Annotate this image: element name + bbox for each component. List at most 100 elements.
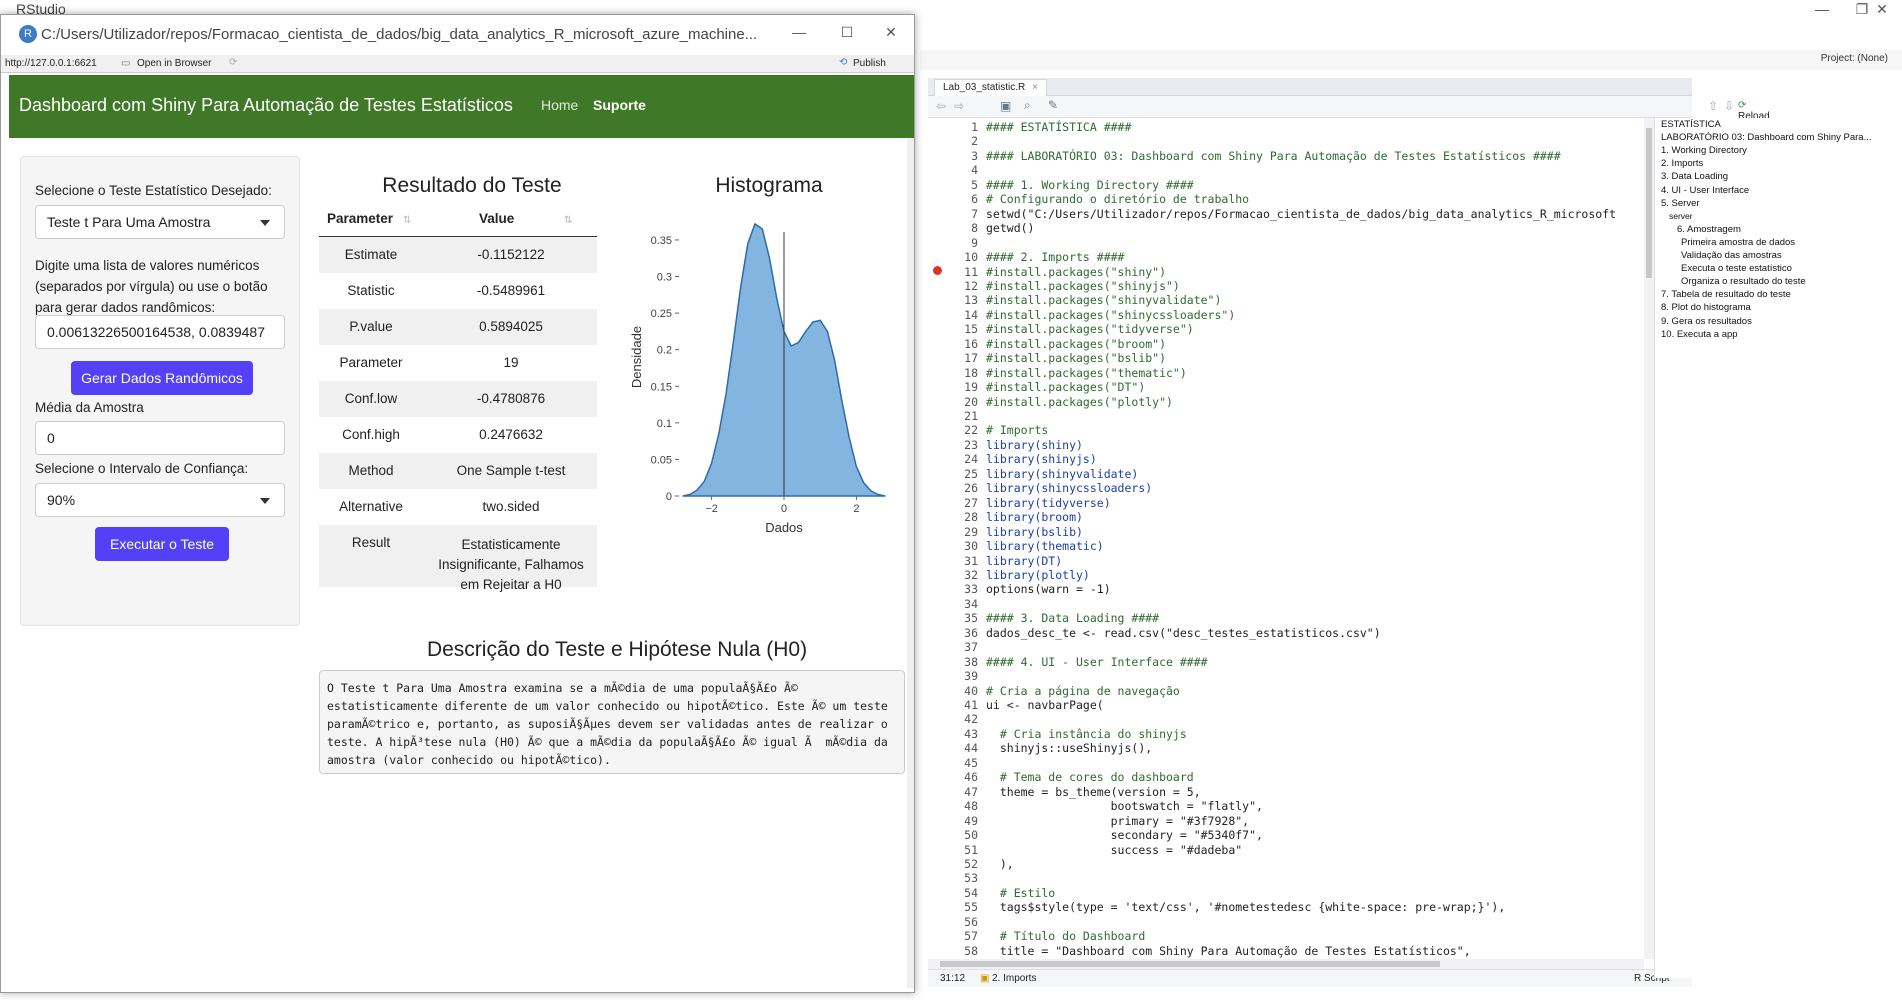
- minimize-icon[interactable]: —: [779, 23, 819, 45]
- outline-item[interactable]: Primeira amostra de dados: [1681, 237, 1795, 248]
- code-line[interactable]: options(warn = -1): [986, 582, 1111, 596]
- wand-icon[interactable]: ✎: [1048, 98, 1058, 112]
- minimize-icon[interactable]: —: [1802, 0, 1842, 22]
- code-line[interactable]: #### 1. Working Directory ####: [986, 178, 1194, 192]
- code-line[interactable]: library(shinyjs): [986, 452, 1097, 466]
- code-line[interactable]: shinyjs::useShinyjs(),: [986, 741, 1152, 755]
- outline-item[interactable]: ESTATÍSTICA: [1661, 119, 1721, 130]
- nav-support[interactable]: Suporte: [593, 97, 646, 113]
- app-url[interactable]: http://127.0.0.1:6621: [5, 58, 97, 69]
- code-line[interactable]: #install.packages("shinycssloaders"): [986, 308, 1235, 322]
- random-data-button[interactable]: Gerar Dados Randômicos: [71, 361, 253, 395]
- code-line[interactable]: #install.packages("broom"): [986, 337, 1166, 351]
- outline-item[interactable]: 5. Server: [1661, 198, 1700, 209]
- code-line[interactable]: #install.packages("DT"): [986, 380, 1145, 394]
- open-in-browser-button[interactable]: Open in Browser: [137, 58, 211, 69]
- code-line[interactable]: #### 3. Data Loading ####: [986, 611, 1159, 625]
- editor-vscroll-thumb[interactable]: [1646, 128, 1652, 278]
- code-line[interactable]: title = "Dashboard com Shiny Para Automa…: [986, 944, 1471, 958]
- run-test-button[interactable]: Executar o Teste: [95, 527, 229, 561]
- code-line[interactable]: #install.packages("shiny"): [986, 265, 1166, 279]
- code-line[interactable]: success = "#dadeba": [986, 843, 1243, 857]
- test-select[interactable]: Teste t Para Uma Amostra: [35, 205, 285, 239]
- code-line[interactable]: # Cria a página de navegação: [986, 684, 1180, 698]
- table-row[interactable]: Alternative two.sided: [319, 489, 597, 525]
- code-line[interactable]: library(shinycssloaders): [986, 481, 1152, 495]
- code-line[interactable]: setwd("C:/Users/Utilizador/repos/Formaca…: [986, 207, 1616, 221]
- outline-item[interactable]: server: [1669, 211, 1693, 221]
- code-line[interactable]: theme = bs_theme(version = 5,: [986, 785, 1201, 799]
- code-line[interactable]: #install.packages("tidyverse"): [986, 322, 1194, 336]
- close-tab-icon[interactable]: ×: [1032, 82, 1038, 93]
- search-icon[interactable]: ⌕: [1024, 98, 1031, 113]
- outline-item[interactable]: Executa o teste estatístico: [1681, 263, 1792, 274]
- code-line[interactable]: library(tidyverse): [986, 496, 1111, 510]
- up-icon[interactable]: ⇧: [1708, 99, 1718, 113]
- code-line[interactable]: ),: [986, 857, 1014, 871]
- table-row[interactable]: Conf.high 0.2476632: [319, 417, 597, 453]
- editor-tab-file[interactable]: Lab_03_statistic.R ×: [934, 79, 1047, 96]
- code-line[interactable]: ui <- navbarPage(: [986, 698, 1104, 712]
- code-line[interactable]: getwd(): [986, 221, 1034, 235]
- close-icon[interactable]: ✕: [1862, 0, 1902, 22]
- outline-item[interactable]: 1. Working Directory: [1661, 145, 1747, 156]
- forward-icon[interactable]: ⇨: [954, 99, 964, 113]
- table-row[interactable]: Method One Sample t-test: [319, 453, 597, 489]
- code-line[interactable]: #### LABORATÓRIO 03: Dashboard com Shiny…: [986, 149, 1561, 163]
- publish-button[interactable]: Publish: [853, 58, 886, 69]
- code-line[interactable]: #install.packages("plotly"): [986, 395, 1173, 409]
- outline-item[interactable]: 9. Gera os resultados: [1661, 316, 1752, 327]
- code-line[interactable]: #install.packages("shinyvalidate"): [986, 293, 1221, 307]
- code-line[interactable]: library(shiny): [986, 438, 1083, 452]
- code-line[interactable]: primary = "#3f7928",: [986, 814, 1250, 828]
- section-menu[interactable]: 2. Imports: [992, 973, 1036, 984]
- values-input[interactable]: 0.00613226500164538, 0.0839487: [35, 315, 285, 349]
- code-line[interactable]: #### 4. UI - User Interface ####: [986, 655, 1208, 669]
- table-row[interactable]: Result Estatisticamente Insignificante, F…: [319, 525, 597, 592]
- code-line[interactable]: #### 2. Imports ####: [986, 250, 1124, 264]
- table-row[interactable]: P.value 0.5894025: [319, 309, 597, 345]
- outline-item[interactable]: Validação das amostras: [1681, 250, 1782, 261]
- code-editor[interactable]: 1 #### ESTATÍSTICA #### 2 3 #### LABORATÓRIO…: [928, 118, 1644, 959]
- code-line[interactable]: bootswatch = "flatly",: [986, 799, 1263, 813]
- code-line[interactable]: # Configurando o diretório de trabalho: [986, 192, 1249, 206]
- code-line[interactable]: library(bslib): [986, 525, 1083, 539]
- table-row[interactable]: Conf.low -0.4780876: [319, 381, 597, 417]
- back-icon[interactable]: ⇦: [936, 99, 946, 113]
- outline-item[interactable]: Organiza o resultado do teste: [1681, 276, 1806, 287]
- code-line[interactable]: # Cria instância do shinyjs: [986, 727, 1187, 741]
- ci-select[interactable]: 90%: [35, 483, 285, 517]
- save-icon[interactable]: ▣: [1000, 99, 1011, 113]
- code-line[interactable]: # Tema de cores do dashboard: [986, 770, 1194, 784]
- down-icon[interactable]: ⇩: [1724, 99, 1734, 113]
- outline-item[interactable]: 4. UI - User Interface: [1661, 185, 1749, 196]
- code-line[interactable]: #### ESTATÍSTICA ####: [986, 120, 1131, 134]
- code-line[interactable]: library(thematic): [986, 539, 1104, 553]
- refresh-icon[interactable]: ⟳: [229, 57, 237, 68]
- outline-item[interactable]: 3. Data Loading: [1661, 171, 1728, 182]
- code-line[interactable]: #install.packages("thematic"): [986, 366, 1187, 380]
- table-row[interactable]: Estimate -0.1152122: [319, 237, 597, 273]
- outline-item[interactable]: 8. Plot do histograma: [1661, 302, 1751, 313]
- table-row[interactable]: Statistic -0.5489961: [319, 273, 597, 309]
- shiny-vscrollbar[interactable]: [907, 138, 914, 988]
- editor-hscroll-thumb[interactable]: [940, 961, 1440, 967]
- code-line[interactable]: library(shinyvalidate): [986, 467, 1138, 481]
- code-line[interactable]: #install.packages("bslib"): [986, 351, 1166, 365]
- code-line[interactable]: #install.packages("shinyjs"): [986, 279, 1180, 293]
- code-line[interactable]: secondary = "#5340f7",: [986, 828, 1263, 842]
- project-menu[interactable]: Project: (None): [1821, 53, 1888, 64]
- code-line[interactable]: # Título do Dashboard: [986, 929, 1145, 943]
- mean-input[interactable]: 0: [35, 421, 285, 455]
- maximize-icon[interactable]: ☐: [827, 23, 867, 45]
- code-line[interactable]: # Imports: [986, 423, 1048, 437]
- nav-home[interactable]: Home: [541, 97, 578, 113]
- code-line[interactable]: library(DT): [986, 554, 1062, 568]
- column-header-value[interactable]: Value ⇅: [479, 200, 597, 236]
- close-icon[interactable]: ✕: [871, 23, 911, 45]
- table-row[interactable]: Parameter 19: [319, 345, 597, 381]
- code-line[interactable]: library(plotly): [986, 568, 1090, 582]
- outline-item[interactable]: 10. Executa a app: [1661, 329, 1738, 340]
- code-line[interactable]: tags$style(type = 'text/css', '#nometest…: [986, 900, 1505, 914]
- outline-item[interactable]: 2. Imports: [1661, 158, 1703, 169]
